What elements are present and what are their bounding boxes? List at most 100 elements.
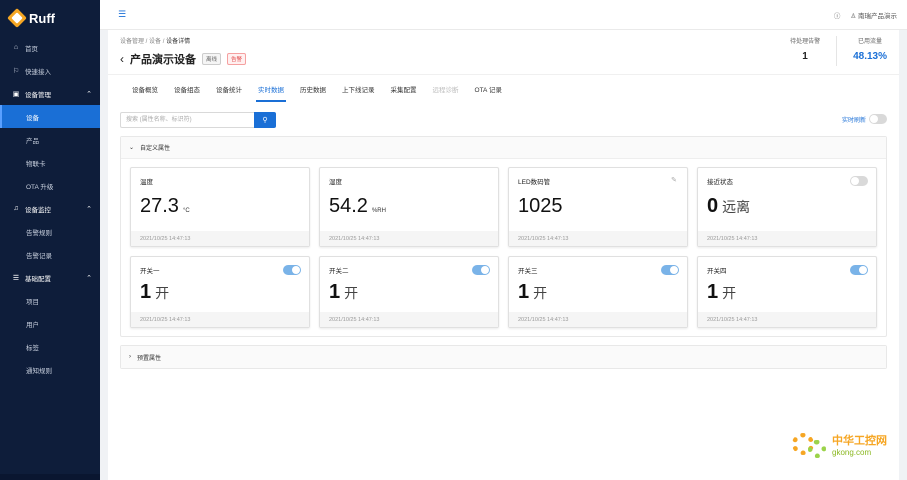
tab-history-data[interactable]: 历史数据: [292, 75, 334, 102]
sidebar-item-quick-access[interactable]: ⚐ 快速接入: [0, 59, 100, 82]
property-timestamp: 2021/10/25 14:47:13: [320, 231, 498, 246]
logo-text: Ruff: [29, 10, 55, 26]
property-value: 0: [707, 195, 719, 217]
ruff-logo-icon: [7, 8, 27, 28]
chevron-up-icon: ⌃: [86, 205, 92, 213]
watermark-text: 中华工控网: [832, 434, 887, 447]
property-timestamp: 2021/10/25 14:47:13: [509, 312, 687, 327]
realtime-panel: ⚲ 实时刷新 ⌄ 自定义属性 温度 27.3°C 2021/10/25 14:4…: [108, 102, 899, 480]
tab-online-records[interactable]: 上下线记录: [334, 75, 383, 102]
back-arrow-icon[interactable]: ‹: [120, 52, 124, 66]
stat-pending-alarms[interactable]: 待处理告警 1: [790, 36, 820, 66]
breadcrumb-item[interactable]: 设备管理: [120, 39, 144, 45]
edit-icon[interactable]: ✎: [671, 176, 677, 184]
tab-overview[interactable]: 设备概览: [124, 75, 166, 102]
switch-3-toggle[interactable]: [661, 265, 679, 275]
section-custom-attributes: ⌄ 自定义属性 温度 27.3 °C 2021/10/25 14:47:13 湿度…: [120, 136, 887, 337]
property-timestamp: 2021/10/25 14:47:13: [131, 312, 309, 327]
property-card-proximity: 接近状态 0 远离 2021/10/25 14:47:13: [697, 167, 877, 247]
sidebar-group-monitoring[interactable]: ♫ 设备监控 ⌃: [0, 197, 100, 220]
breadcrumb-item[interactable]: 设备: [149, 39, 161, 45]
tab-bar: 设备概览 设备组态 设备统计 实时数据 历史数据 上下线记录 采集配置 远程诊断…: [108, 74, 899, 102]
watermark: 中华工控网 gkong.com: [792, 430, 887, 458]
breadcrumb: 设备管理 / 设备 / 设备详情: [120, 39, 191, 45]
sidebar: Ruff ⌂ 首页 ⚐ 快速接入 ▣ 设备管理 ⌃ 设备 产品 物联卡 OTA …: [0, 0, 100, 480]
sidebar-footer: [0, 474, 100, 480]
property-unit: 开: [344, 285, 359, 301]
sidebar-item-projects[interactable]: 项目: [0, 289, 100, 312]
status-badge-offline: 离线: [202, 53, 222, 65]
user-menu[interactable]: ♙ 南瑞产品演示: [850, 10, 897, 20]
tab-ota-records[interactable]: OTA 记录: [467, 75, 510, 102]
help-icon[interactable]: ⓘ: [834, 10, 841, 20]
property-unit: %RH: [371, 208, 386, 214]
sidebar-item-ota[interactable]: OTA 升级: [0, 174, 100, 197]
section-custom-header[interactable]: ⌄ 自定义属性: [121, 137, 886, 159]
sidebar-item-home[interactable]: ⌂ 首页: [0, 36, 100, 59]
switch-2-toggle[interactable]: [472, 265, 490, 275]
property-card-temperature: 温度 27.3 °C 2021/10/25 14:47:13: [130, 167, 310, 247]
top-right: ⓘ ♙ 南瑞产品演示: [834, 10, 897, 20]
sidebar-item-users[interactable]: 用户: [0, 312, 100, 335]
header-stats: 待处理告警 1 已用流量 48.13%: [790, 36, 887, 66]
property-value: 1: [707, 281, 719, 303]
realtime-refresh: 实时刷新: [842, 114, 887, 124]
sidebar-item-alarm-records[interactable]: 告警记录: [0, 243, 100, 266]
property-card-switch-4: 开关四 1开 2021/10/25 14:47:13: [697, 256, 877, 328]
property-card-led-display: LED数码管 ✎ 1025 2021/10/25 14:47:13: [508, 167, 688, 247]
sidebar-item-alarm-rules[interactable]: 告警规则: [0, 220, 100, 243]
proximity-toggle[interactable]: [850, 176, 868, 186]
chevron-up-icon: ⌃: [86, 274, 92, 282]
watermark-url: gkong.com: [832, 447, 872, 457]
home-icon: ⌂: [13, 44, 19, 51]
list-icon: ☰: [12, 274, 20, 282]
property-value: 1: [140, 281, 152, 303]
sidebar-item-iot-card[interactable]: 物联卡: [0, 151, 100, 174]
logo[interactable]: Ruff: [0, 0, 100, 36]
bell-icon: ♫: [13, 205, 19, 212]
tab-collection-config[interactable]: 采集配置: [383, 75, 425, 102]
sidebar-group-basic-config[interactable]: ☰ 基础配置 ⌃: [0, 266, 100, 289]
property-timestamp: 2021/10/25 14:47:13: [509, 231, 687, 246]
property-cards: 温度 27.3 °C 2021/10/25 14:47:13 湿度 54.2 %RH…: [121, 159, 886, 336]
tab-realtime-data[interactable]: 实时数据: [250, 75, 292, 102]
property-unit: 开: [722, 285, 737, 301]
sidebar-item-tags[interactable]: 标签: [0, 335, 100, 358]
switch-1-toggle[interactable]: [283, 265, 301, 275]
tab-configuration[interactable]: 设备组态: [166, 75, 208, 102]
tab-remote-diagnosis: 远程诊断: [432, 86, 459, 94]
property-unit: °C: [182, 208, 190, 214]
menu-toggle-icon[interactable]: ☰: [118, 9, 126, 20]
sidebar-item-products[interactable]: 产品: [0, 128, 100, 151]
page-title: 产品演示设备: [130, 54, 196, 66]
user-icon: ♙: [850, 12, 857, 20]
switch-4-toggle[interactable]: [850, 265, 868, 275]
device-header: 设备管理 / 设备 / 设备详情 ‹ 产品演示设备 离线 告警 待处理告警 1 …: [108, 30, 899, 74]
property-card-switch-1: 开关一 1开 2021/10/25 14:47:13: [130, 256, 310, 328]
tab-statistics[interactable]: 设备统计: [208, 75, 250, 102]
property-timestamp: 2021/10/25 14:47:13: [698, 231, 876, 246]
realtime-refresh-label: 实时刷新: [841, 117, 866, 124]
realtime-refresh-toggle[interactable]: [869, 114, 887, 124]
property-value: 54.2: [329, 195, 368, 217]
search-input[interactable]: [120, 112, 254, 128]
sidebar-item-notify-rules[interactable]: 通知规则: [0, 358, 100, 381]
property-timestamp: 2021/10/25 14:47:13: [320, 312, 498, 327]
property-value: 1: [329, 281, 341, 303]
property-value: 1: [518, 281, 530, 303]
divider: [836, 36, 838, 66]
property-value: 27.3: [140, 195, 179, 217]
chevron-down-icon: ⌄: [129, 145, 135, 151]
breadcrumb-current: 设备详情: [166, 39, 191, 45]
search-button[interactable]: ⚲: [254, 112, 276, 128]
property-unit: 开: [155, 285, 170, 301]
chevron-up-icon: ⌃: [86, 90, 92, 98]
search-bar: ⚲: [120, 112, 887, 128]
section-preset-header[interactable]: › 预置属性: [121, 346, 886, 368]
property-value: 1025: [518, 195, 563, 217]
status-badge-alarm: 告警: [227, 53, 247, 65]
property-card-switch-2: 开关二 1开 2021/10/25 14:47:13: [319, 256, 499, 328]
sidebar-item-devices[interactable]: 设备: [0, 105, 100, 128]
search-icon: ⚲: [262, 117, 268, 124]
sidebar-group-device-mgmt[interactable]: ▣ 设备管理 ⌃: [0, 82, 100, 105]
